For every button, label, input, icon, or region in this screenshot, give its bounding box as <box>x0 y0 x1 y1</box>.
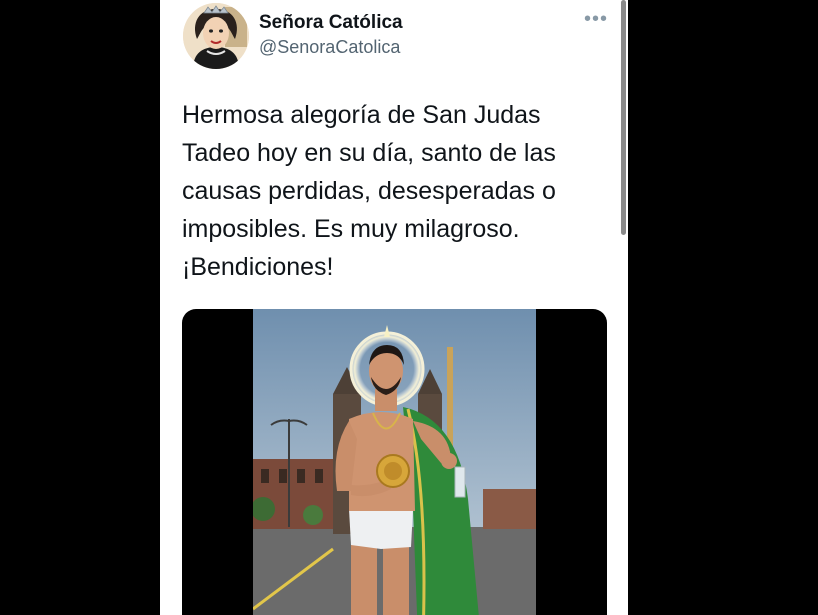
author-handle[interactable]: @SenoraCatolica <box>259 37 400 58</box>
tweet-text: Hermosa alegoría de San Judas Tadeo hoy … <box>182 96 602 286</box>
tweet-media[interactable] <box>182 309 607 615</box>
tweet-text-line: ¡Bendiciones! <box>182 253 334 281</box>
more-icon[interactable]: ••• <box>584 8 608 31</box>
author-name[interactable]: Señora Católica <box>259 12 403 34</box>
avatar[interactable] <box>183 3 249 69</box>
avatar-illustration <box>183 3 249 69</box>
scrollbar[interactable] <box>621 0 626 235</box>
tweet-card: Señora Católica @SenoraCatolica ••• Herm… <box>160 0 628 615</box>
tweet-photo[interactable] <box>253 309 536 615</box>
tweet-text-line: causas perdidas, desesperadas o <box>182 177 556 205</box>
tweet-text-line: Tadeo hoy en su día, santo de las <box>182 139 556 167</box>
tweet-text-line: imposibles. Es muy milagroso. <box>182 215 520 243</box>
saint-jude-photo-illustration <box>253 309 536 615</box>
tweet-text-line: Hermosa alegoría de San Judas <box>182 101 541 129</box>
